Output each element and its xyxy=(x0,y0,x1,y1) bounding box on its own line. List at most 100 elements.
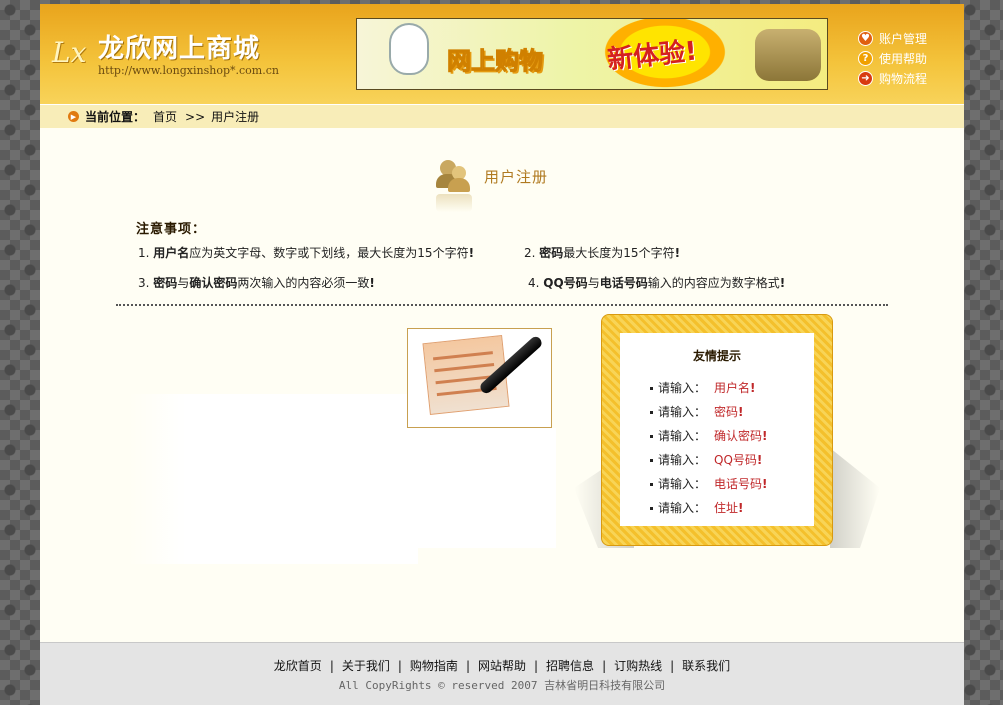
notice-rule: 2. 密码最大长度为15个字符! xyxy=(524,244,680,261)
footer-link-guide[interactable]: 购物指南 xyxy=(410,659,458,673)
bullet-icon xyxy=(650,459,653,462)
footer-link-help[interactable]: 网站帮助 xyxy=(478,659,526,673)
notice-section: 注意事项： 1. 用户名应为英文字母、数字或下划线，最大长度为15个字符! 2.… xyxy=(136,218,896,290)
tip-bang: ! xyxy=(756,453,763,467)
rule-number: 1. xyxy=(138,246,150,260)
help-link[interactable]: ? 使用帮助 xyxy=(858,48,958,68)
rule-keyword: 用户名 xyxy=(153,246,190,260)
tip-label: 请输入： xyxy=(658,405,707,419)
breadcrumb-separator: >> xyxy=(185,109,206,124)
page-title-block: 用户注册 xyxy=(436,158,576,214)
site-logo[interactable]: Lx 龙欣网上商城 http://www.longxinshop*.com.cn xyxy=(52,28,322,84)
bullet-icon xyxy=(650,507,653,510)
card-shadow-right xyxy=(830,448,880,548)
tip-item: 请输入： 住址! xyxy=(650,499,744,516)
flow-link-label: 购物流程 xyxy=(879,71,928,86)
bullet-icon xyxy=(650,483,653,486)
tips-title: 友情提示 xyxy=(692,349,741,363)
account-link-label: 账户管理 xyxy=(879,31,928,46)
tip-bang: ! xyxy=(738,501,744,515)
copyright-text: All CopyRights © reserved 2007 吉林省明日科技有限… xyxy=(338,679,666,692)
footer-separator: | xyxy=(465,659,470,673)
rule-connector: 与 xyxy=(587,276,600,290)
rule-keyword: 密码 xyxy=(539,246,564,260)
bullet-icon xyxy=(650,435,653,438)
logo-title: 龙欣网上商城 xyxy=(98,34,261,64)
page-title: 用户注册 xyxy=(484,168,549,186)
tip-value: QQ号码 xyxy=(714,453,757,467)
footer-link-jobs[interactable]: 招聘信息 xyxy=(546,659,594,673)
notice-rule: 1. 用户名应为英文字母、数字或下划线，最大长度为15个字符! xyxy=(138,244,474,261)
tip-label: 请输入： xyxy=(658,429,707,443)
rule-bang: ! xyxy=(468,246,475,260)
rule-text: 最大长度为15个字符 xyxy=(563,246,675,260)
logo-url: http://www.longxinshop*.com.cn xyxy=(98,64,279,77)
tips-card-body: 友情提示 请输入： 用户名! 请输入： 密码! 请输入： 确认密码! 请输入： QQ号码… xyxy=(620,333,814,526)
tip-item: 请输入： QQ号码! xyxy=(650,451,762,468)
rule-bang: ! xyxy=(369,276,375,290)
users-icon-reflection xyxy=(436,194,472,212)
notice-title: 注意事项： xyxy=(136,222,207,237)
footer-separator: | xyxy=(670,659,675,673)
account-link[interactable]: ♥ 账户管理 xyxy=(858,28,958,48)
tip-item: 请输入： 密码! xyxy=(650,403,744,420)
rule-text: 应为英文字母、数字或下划线，最大长度为15个字符 xyxy=(189,246,469,260)
main-content: 用户注册 注意事项： 1. 用户名应为英文字母、数字或下划线，最大长度为15个字… xyxy=(40,128,964,642)
users-icon xyxy=(436,158,472,194)
header-links: ♥ 账户管理 ? 使用帮助 ➜ 购物流程 xyxy=(858,28,958,88)
footer-link-contact[interactable]: 联系我们 xyxy=(682,659,730,673)
rule-bang: ! xyxy=(779,276,786,290)
form-area-placeholder xyxy=(128,394,418,564)
rule-number: 2. xyxy=(524,246,536,260)
logo-mark: Lx xyxy=(52,36,87,69)
tip-value: 用户名 xyxy=(714,381,751,395)
footer-separator: | xyxy=(602,659,607,673)
tip-value: 电话号码 xyxy=(714,477,763,491)
flow-icon: ➜ xyxy=(858,70,873,86)
rule-text: 输入的内容应为数字格式 xyxy=(647,276,780,290)
promo-banner[interactable]: 网上购物 新体验! xyxy=(356,18,828,90)
tip-item: 请输入： 电话号码! xyxy=(650,475,768,492)
rule-bang: ! xyxy=(674,246,681,260)
rule-keyword: QQ号码 xyxy=(543,276,588,290)
flow-link[interactable]: ➜ 购物流程 xyxy=(858,68,958,88)
tip-item: 请输入： 确认密码! xyxy=(650,427,768,444)
breadcrumb-label: 当前位置： xyxy=(85,110,146,124)
footer-separator: | xyxy=(397,659,402,673)
tip-label: 请输入： xyxy=(658,477,707,491)
footer-link-home[interactable]: 龙欣首页 xyxy=(274,659,322,673)
mouse-icon xyxy=(389,23,429,75)
banner-text: 网上购物 xyxy=(447,47,544,76)
tip-bang: ! xyxy=(762,477,768,491)
tip-item: 请输入： 用户名! xyxy=(650,379,756,396)
footer-separator: | xyxy=(534,659,539,673)
site-header: Lx 龙欣网上商城 http://www.longxinshop*.com.cn… xyxy=(40,4,964,104)
site-footer: 龙欣首页 | 关于我们 | 购物指南 | 网站帮助 | 招聘信息 | 订购热线 | 联系我们 All C… xyxy=(40,642,964,705)
breadcrumb: ▶ 当前位置： 首页 >> 用户注册 xyxy=(40,104,964,128)
tips-card: 友情提示 请输入： 用户名! 请输入： 密码! 请输入： 确认密码! 请输入： QQ号码… xyxy=(601,314,833,546)
rule-keyword-2: 电话号码 xyxy=(599,276,648,290)
tip-value: 确认密码 xyxy=(714,429,763,443)
tip-value: 密码 xyxy=(714,405,739,419)
breadcrumb-home-link[interactable]: 首页 xyxy=(153,108,177,125)
dotted-divider xyxy=(116,304,888,306)
breadcrumb-current: 用户注册 xyxy=(211,110,260,124)
rule-number: 4. xyxy=(528,276,540,290)
footer-link-hotline[interactable]: 订购热线 xyxy=(614,659,662,673)
rule-keyword-2: 确认密码 xyxy=(189,276,238,290)
notice-rule: 3. 密码与确认密码两次输入的内容必须一致! xyxy=(138,274,375,291)
footer-link-about[interactable]: 关于我们 xyxy=(342,659,390,673)
footer-separator: | xyxy=(329,659,334,673)
tip-label: 请输入： xyxy=(658,453,707,467)
rule-connector: 与 xyxy=(177,276,190,290)
tip-bang: ! xyxy=(750,381,756,395)
tip-bang: ! xyxy=(762,429,768,443)
bullet-icon xyxy=(650,411,653,414)
tip-label: 请输入： xyxy=(658,381,707,395)
tip-value: 住址 xyxy=(714,501,739,515)
tip-bang: ! xyxy=(738,405,744,419)
handbag-icon xyxy=(755,29,821,81)
tip-label: 请输入： xyxy=(658,501,707,515)
footer-links: 龙欣首页 | 关于我们 | 购物指南 | 网站帮助 | 招聘信息 | 订购热线 | 联系我们 xyxy=(40,657,964,674)
help-link-label: 使用帮助 xyxy=(879,51,928,66)
